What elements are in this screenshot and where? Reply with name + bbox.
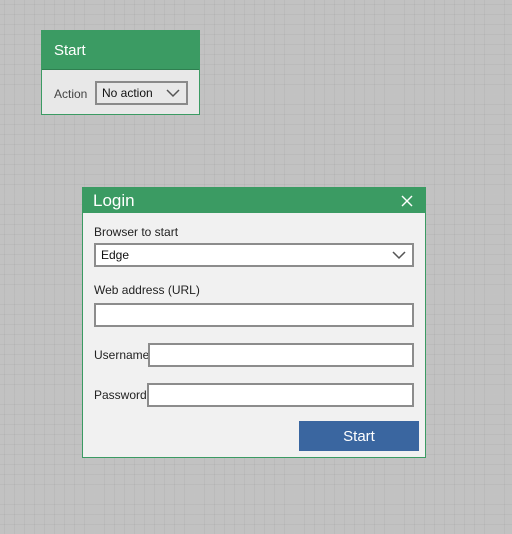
start-node[interactable]: Start Action No action [41,30,200,115]
url-input[interactable] [94,303,414,327]
action-select[interactable]: No action [95,81,188,105]
password-label: Password [94,388,147,402]
start-node-body: Action No action [42,70,199,114]
chevron-down-icon [166,89,180,98]
password-input[interactable] [147,383,414,407]
login-titlebar[interactable]: Login [83,188,425,213]
username-input[interactable] [148,343,414,367]
close-icon[interactable] [397,191,417,211]
start-button[interactable]: Start [299,421,419,451]
browser-select-value: Edge [101,248,130,262]
username-label: Username [94,348,150,362]
action-select-value: No action [102,86,153,100]
url-label: Web address (URL) [94,283,200,297]
browser-select[interactable]: Edge [94,243,414,267]
action-label: Action [54,87,88,101]
browser-label: Browser to start [94,225,179,239]
login-title: Login [93,191,135,210]
start-node-title[interactable]: Start [42,31,199,70]
login-dialog: Login Browser to start Edge Web address … [82,187,426,458]
chevron-down-icon [392,251,406,260]
